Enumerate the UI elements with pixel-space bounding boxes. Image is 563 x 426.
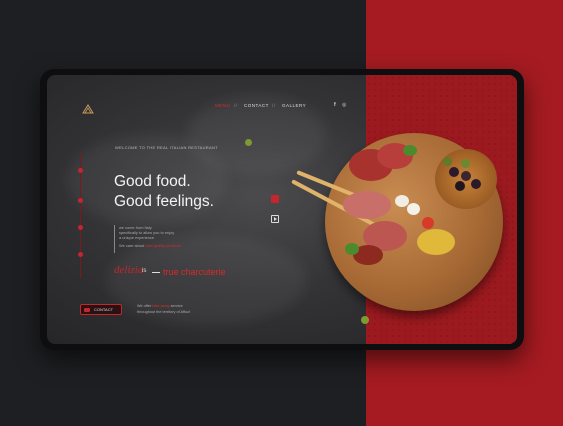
play-video-icon[interactable] bbox=[271, 215, 279, 223]
headline-line1: Good food. bbox=[114, 173, 191, 190]
slide-indicator-icon[interactable] bbox=[271, 195, 279, 203]
floating-olive-image bbox=[245, 139, 252, 146]
tagline: true charcuterie bbox=[163, 267, 226, 277]
olive-image bbox=[471, 179, 481, 189]
description-bar bbox=[114, 225, 115, 253]
offer-prefix: We offer bbox=[137, 304, 152, 308]
olive-image bbox=[461, 171, 471, 181]
prosciutto-roll-image bbox=[343, 191, 391, 219]
nav-item-contact[interactable]: CONTACT bbox=[244, 103, 269, 108]
logo-icon bbox=[82, 104, 94, 114]
olive-image bbox=[449, 167, 459, 177]
restaurant-logo[interactable] bbox=[82, 101, 94, 119]
offer-line: throughout the territory of Affuzi bbox=[137, 310, 190, 314]
offer-highlight: take-away bbox=[152, 304, 170, 308]
nav-item-gallery[interactable]: GALLERY bbox=[282, 103, 306, 108]
floating-olive-image bbox=[361, 316, 369, 324]
basil-image bbox=[345, 243, 359, 255]
dash-divider bbox=[152, 272, 160, 273]
nav-separator: // bbox=[272, 103, 276, 108]
mail-icon bbox=[84, 307, 90, 312]
offer-suffix: service bbox=[170, 304, 183, 308]
description-highlight: best quality products bbox=[145, 243, 182, 248]
is-word: is bbox=[142, 268, 147, 274]
offer-text: We offer take-away service throughout th… bbox=[137, 303, 190, 315]
description: we come from Italy specifically to allow… bbox=[119, 225, 181, 248]
olive-image bbox=[443, 157, 452, 166]
olive-image bbox=[461, 159, 470, 168]
contact-button[interactable]: CONTACT bbox=[80, 304, 122, 315]
contact-button-label: CONTACT bbox=[94, 307, 114, 312]
nav-separator: // bbox=[234, 103, 238, 108]
description-prefix: We care about bbox=[119, 243, 145, 248]
instagram-icon[interactable]: ◎ bbox=[342, 102, 346, 108]
facebook-icon[interactable]: f bbox=[334, 102, 336, 108]
timeline-dot[interactable] bbox=[78, 168, 83, 173]
mozzarella-image bbox=[407, 203, 420, 215]
timeline-dot[interactable] bbox=[78, 252, 83, 257]
pepper-image bbox=[417, 229, 455, 255]
welcome-text: WELCOME TO THE REAL ITALIAN RESTAURANT bbox=[115, 145, 218, 150]
olive-image bbox=[455, 181, 465, 191]
basil-image bbox=[403, 145, 417, 156]
description-line: a unique experience bbox=[119, 235, 155, 240]
timeline-dot[interactable] bbox=[78, 198, 83, 203]
website-screen: MENU // CONTACT // GALLERY f ◎ WELCOME T… bbox=[47, 75, 517, 344]
nav-item-menu[interactable]: MENU bbox=[215, 103, 230, 108]
tomato-image bbox=[422, 217, 434, 229]
description-line: We care about best quality products bbox=[119, 243, 181, 248]
play-icon bbox=[274, 217, 277, 221]
timeline-dot[interactable] bbox=[78, 225, 83, 230]
brand-name: delizia bbox=[114, 264, 144, 276]
headline-line2: Good feelings. bbox=[114, 193, 214, 210]
